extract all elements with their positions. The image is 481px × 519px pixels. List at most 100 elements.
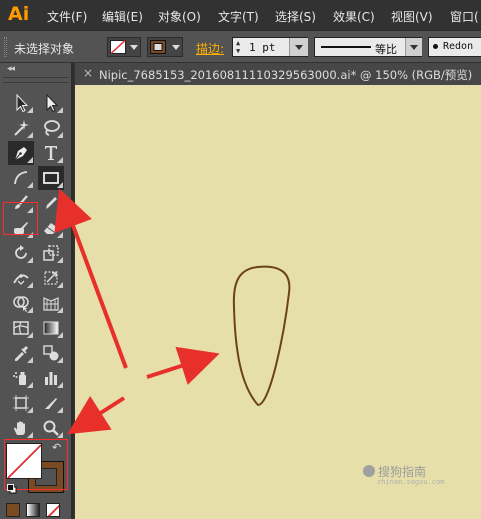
menu-effect[interactable]: 效果(C) bbox=[333, 8, 375, 25]
artboard-tool[interactable] bbox=[8, 391, 34, 415]
swap-fill-stroke-icon[interactable]: ↶ bbox=[52, 441, 61, 454]
blend-tool[interactable] bbox=[38, 341, 64, 365]
stepper-arrows-icon[interactable]: ▲ ▼ bbox=[236, 39, 240, 55]
profile-label: 等比 bbox=[375, 43, 397, 56]
menu-type[interactable]: 文字(T) bbox=[218, 8, 259, 25]
control-bar-grip bbox=[4, 37, 7, 57]
chevron-down-icon bbox=[172, 45, 180, 50]
none-mode-button[interactable] bbox=[46, 503, 60, 517]
width-tool-icon bbox=[13, 274, 29, 285]
mesh-icon bbox=[13, 321, 29, 335]
blend-icon bbox=[43, 345, 59, 361]
brush-dropdown[interactable]: Redon bbox=[428, 37, 481, 57]
profile-line-icon bbox=[321, 46, 371, 48]
perspective-grid-icon bbox=[43, 297, 59, 311]
slice-knife-icon bbox=[45, 398, 57, 409]
selection-tool[interactable] bbox=[8, 91, 34, 115]
line-segment-tool[interactable] bbox=[8, 166, 34, 190]
free-transform-tool[interactable] bbox=[38, 266, 64, 290]
pencil-tool[interactable] bbox=[38, 191, 64, 215]
direct-selection-tool[interactable] bbox=[38, 91, 64, 115]
magic-wand-tool[interactable] bbox=[8, 116, 34, 140]
chevron-down-icon bbox=[410, 45, 418, 50]
drawn-path[interactable] bbox=[232, 265, 291, 407]
color-mode-button[interactable] bbox=[6, 503, 20, 517]
menu-select[interactable]: 选择(S) bbox=[275, 8, 316, 25]
document-tab-bar: × Nipic_7685153_20160811110329563000.ai*… bbox=[75, 63, 481, 85]
symbol-sprayer-tool[interactable] bbox=[8, 366, 34, 390]
free-transform-icon bbox=[44, 271, 58, 285]
pen-tool-highlight bbox=[3, 202, 38, 235]
shape-builder-tool[interactable] bbox=[8, 291, 34, 315]
pen-tool[interactable] bbox=[8, 141, 34, 165]
menu-object[interactable]: 对象(O) bbox=[158, 8, 201, 25]
gradient-icon bbox=[43, 321, 59, 335]
watermark-url: zhinan.sogou.com bbox=[377, 478, 445, 486]
direct-selection-arrow-icon bbox=[46, 93, 59, 113]
lasso-tool[interactable] bbox=[38, 116, 64, 140]
brush-dot-icon bbox=[433, 44, 438, 49]
column-graph-tool[interactable] bbox=[38, 366, 64, 390]
lasso-icon bbox=[44, 120, 60, 136]
selection-arrow-icon bbox=[16, 93, 29, 113]
mesh-tool[interactable] bbox=[8, 316, 34, 340]
menu-edit[interactable]: 编辑(E) bbox=[102, 8, 143, 25]
eraser-icon bbox=[44, 223, 58, 234]
rectangle-icon bbox=[43, 172, 59, 184]
artboard-canvas[interactable] bbox=[75, 85, 481, 519]
collapse-panel-icon[interactable]: ◂◂ bbox=[7, 64, 15, 74]
chevron-down-icon bbox=[130, 45, 138, 50]
control-bar: 未选择对象 描边: ▲ ▼ 1 pt 等比 Redon bbox=[0, 30, 481, 62]
eyedropper-tool[interactable] bbox=[8, 341, 34, 365]
symbol-sprayer-icon bbox=[13, 372, 26, 385]
fill-swatch-dropdown[interactable] bbox=[107, 37, 141, 57]
shape-builder-icon bbox=[13, 296, 29, 312]
menu-view[interactable]: 视图(V) bbox=[391, 8, 433, 25]
gradient-mode-button[interactable] bbox=[26, 503, 40, 517]
column-graph-icon bbox=[45, 372, 57, 385]
brush-label: Redon bbox=[443, 41, 474, 52]
arc-line-icon bbox=[14, 171, 28, 185]
menu-file[interactable]: 文件(F) bbox=[47, 8, 87, 25]
stroke-label[interactable]: 描边: bbox=[196, 40, 224, 57]
menu-bar: Ai 文件(F) 编辑(E) 对象(O) 文字(T) 选择(S) 效果(C) 视… bbox=[0, 0, 481, 30]
stroke-swatch-icon bbox=[150, 40, 166, 54]
zoom-tool[interactable] bbox=[38, 416, 64, 440]
selection-status: 未选择对象 bbox=[14, 42, 75, 56]
width-tool[interactable] bbox=[8, 266, 34, 290]
artboard-icon bbox=[13, 395, 29, 411]
scale-tool[interactable] bbox=[38, 241, 64, 265]
drawn-shape-layer bbox=[232, 265, 291, 407]
fill-stroke-widget: ↶ bbox=[4, 439, 70, 497]
default-colors-icon[interactable] bbox=[7, 484, 17, 494]
slice-tool[interactable] bbox=[38, 391, 64, 415]
no-fill-icon bbox=[110, 40, 126, 54]
rectangle-tool[interactable] bbox=[38, 166, 64, 190]
no-fill-icon bbox=[47, 504, 59, 516]
hand-tool[interactable] bbox=[8, 416, 34, 440]
eraser-tool[interactable] bbox=[38, 216, 64, 240]
zoom-magnifier-icon bbox=[43, 420, 59, 436]
panel-grip[interactable] bbox=[3, 77, 69, 83]
perspective-grid-tool[interactable] bbox=[38, 291, 64, 315]
menu-window[interactable]: 窗口( bbox=[450, 8, 479, 25]
rotate-tool[interactable] bbox=[8, 241, 34, 265]
close-icon[interactable]: × bbox=[83, 66, 93, 80]
eyedropper-icon bbox=[15, 346, 28, 361]
type-t-icon bbox=[45, 146, 57, 160]
gradient-tool[interactable] bbox=[38, 316, 64, 340]
stroke-weight-value: 1 pt bbox=[249, 41, 276, 54]
watermark-logo-icon bbox=[363, 465, 375, 477]
scale-icon bbox=[43, 245, 59, 261]
profile-dropdown-button[interactable] bbox=[405, 38, 422, 56]
type-tool[interactable] bbox=[38, 141, 64, 165]
document-tab[interactable]: Nipic_7685153_20160811110329563000.ai* @… bbox=[99, 67, 472, 83]
stroke-swatch-dropdown[interactable] bbox=[147, 37, 183, 57]
stroke-weight-input[interactable]: ▲ ▼ 1 pt bbox=[232, 37, 308, 57]
chevron-down-icon bbox=[295, 45, 303, 50]
stroke-weight-dropdown[interactable] bbox=[289, 38, 308, 56]
hand-icon bbox=[14, 421, 25, 435]
magic-wand-icon bbox=[14, 120, 29, 136]
stroke-profile-dropdown[interactable]: 等比 bbox=[314, 37, 422, 57]
tools-panel: ◂◂ ↶ bbox=[0, 63, 73, 519]
